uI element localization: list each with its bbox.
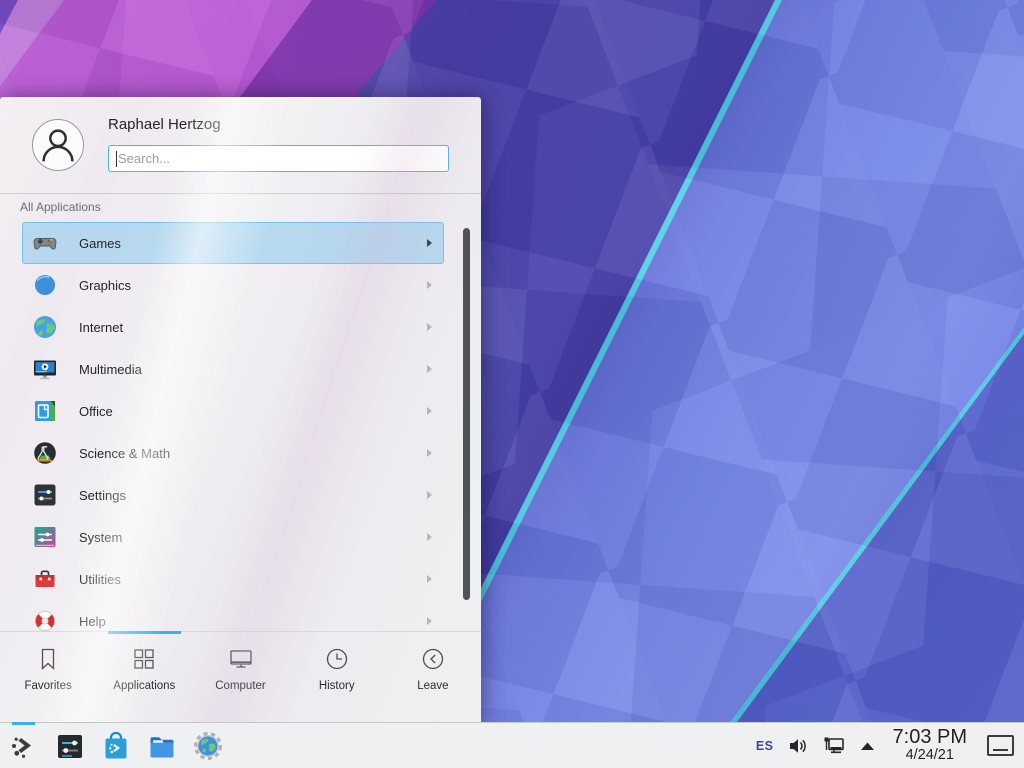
category-label: Internet bbox=[79, 320, 427, 335]
category-label: Graphics bbox=[79, 278, 427, 293]
software-center-discover-icon[interactable] bbox=[100, 730, 131, 761]
tab-computer[interactable]: Computer bbox=[192, 632, 288, 722]
category-label: Help bbox=[79, 614, 427, 629]
submenu-arrow-icon bbox=[427, 575, 432, 583]
gamepad-icon bbox=[32, 230, 58, 256]
blue-sphere-icon bbox=[32, 272, 58, 298]
category-row-help[interactable]: Help bbox=[22, 600, 444, 631]
scrollbar-thumb[interactable] bbox=[463, 228, 470, 600]
category-row-settings[interactable]: Settings bbox=[22, 474, 444, 516]
file-manager-folder-icon[interactable] bbox=[146, 730, 177, 761]
monitor-play-icon bbox=[32, 356, 58, 382]
search-input[interactable] bbox=[109, 146, 448, 171]
text-caret bbox=[116, 151, 117, 167]
clock-date: 4/24/21 bbox=[893, 748, 967, 764]
system-settings-icon[interactable] bbox=[54, 730, 85, 761]
system-sliders-icon bbox=[32, 524, 58, 550]
category-label: System bbox=[79, 530, 427, 545]
submenu-arrow-icon bbox=[427, 491, 432, 499]
submenu-arrow-icon bbox=[427, 533, 432, 541]
tab-history[interactable]: History bbox=[289, 632, 385, 722]
category-row-system[interactable]: System bbox=[22, 516, 444, 558]
section-label: All Applications bbox=[20, 200, 101, 214]
clock-time: 7:03 PM bbox=[893, 727, 967, 749]
taskbar-panel: ES 7:03 PM 4/24/21 bbox=[0, 722, 1024, 768]
category-label: Games bbox=[79, 236, 427, 251]
submenu-arrow-icon bbox=[427, 449, 432, 457]
toolbox-icon bbox=[32, 566, 58, 592]
submenu-arrow-icon bbox=[427, 365, 432, 373]
keyboard-layout-indicator[interactable]: ES bbox=[756, 739, 774, 753]
app-grid-icon bbox=[130, 645, 158, 673]
user-avatar-icon[interactable] bbox=[32, 119, 84, 171]
expand-tray-icon[interactable] bbox=[859, 740, 876, 752]
category-row-internet[interactable]: Internet bbox=[22, 306, 444, 348]
history-clock-icon bbox=[323, 645, 351, 673]
bookmark-icon bbox=[34, 645, 62, 673]
digital-clock[interactable]: 7:03 PM 4/24/21 bbox=[893, 727, 967, 764]
submenu-arrow-icon bbox=[427, 239, 432, 247]
category-row-multimedia[interactable]: Multimedia bbox=[22, 348, 444, 390]
lifebuoy-icon bbox=[32, 608, 58, 631]
list-scrollbar[interactable] bbox=[463, 224, 470, 629]
sliders-icon bbox=[32, 482, 58, 508]
submenu-arrow-icon bbox=[427, 281, 432, 289]
flask-icon bbox=[32, 440, 58, 466]
document-icon bbox=[32, 398, 58, 424]
search-box[interactable] bbox=[108, 145, 449, 172]
user-name: Raphael Hertzog bbox=[108, 116, 221, 133]
category-row-games[interactable]: Games bbox=[22, 222, 444, 264]
category-label: Settings bbox=[79, 488, 427, 503]
computer-icon bbox=[227, 645, 255, 673]
show-desktop-button[interactable] bbox=[987, 735, 1014, 756]
desktop: Raphael Hertzog All Applications Games G… bbox=[0, 0, 1024, 768]
taskbar-launchers bbox=[0, 730, 223, 761]
tab-leave[interactable]: Leave bbox=[385, 632, 481, 722]
category-list: Games Graphics Internet bbox=[0, 222, 481, 631]
category-label: Office bbox=[79, 404, 427, 419]
category-row-utilities[interactable]: Utilities bbox=[22, 558, 444, 600]
wired-network-icon[interactable] bbox=[822, 734, 846, 758]
launcher-tabbar: Favorites Applications Computer History bbox=[0, 631, 481, 722]
application-launcher-popup: Raphael Hertzog All Applications Games G… bbox=[0, 97, 481, 722]
web-browser-globe-icon[interactable] bbox=[192, 730, 223, 761]
launcher-header: Raphael Hertzog bbox=[0, 97, 481, 193]
tab-favorites[interactable]: Favorites bbox=[0, 632, 96, 722]
application-launcher-button kickoff-icon[interactable] bbox=[8, 730, 39, 761]
header-separator bbox=[0, 193, 481, 194]
volume-icon[interactable] bbox=[787, 735, 809, 757]
tab-applications[interactable]: Applications bbox=[96, 632, 192, 722]
category-row-graphics[interactable]: Graphics bbox=[22, 264, 444, 306]
system-tray: ES 7:03 PM 4/24/21 bbox=[756, 727, 1024, 764]
submenu-arrow-icon bbox=[427, 407, 432, 415]
submenu-arrow-icon bbox=[427, 323, 432, 331]
globe-icon bbox=[32, 314, 58, 340]
category-row-office[interactable]: Office bbox=[22, 390, 444, 432]
leave-icon bbox=[419, 645, 447, 673]
submenu-arrow-icon bbox=[427, 617, 432, 625]
category-row-science-math[interactable]: Science & Math bbox=[22, 432, 444, 474]
category-label: Science & Math bbox=[79, 446, 427, 461]
category-label: Utilities bbox=[79, 572, 427, 587]
category-label: Multimedia bbox=[79, 362, 427, 377]
